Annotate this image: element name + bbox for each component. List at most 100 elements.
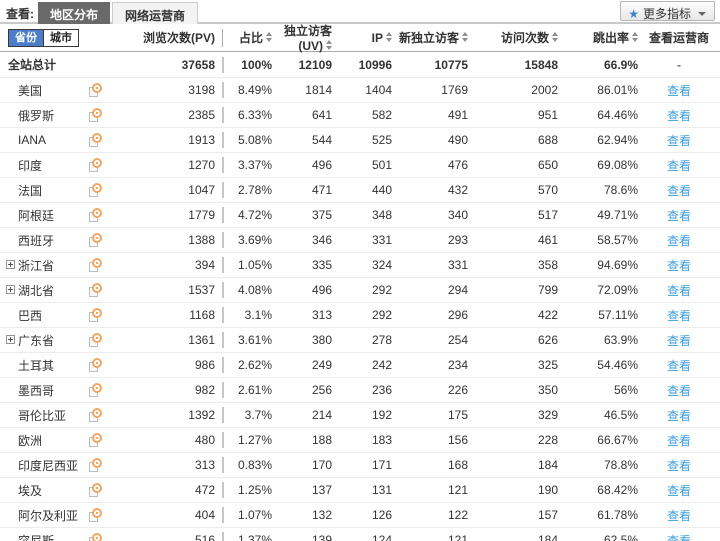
total-pv: 37658: [181, 57, 215, 72]
view-carrier-link[interactable]: 查看: [667, 159, 691, 173]
toggle-city[interactable]: 城市: [44, 29, 78, 46]
region-name-cell: 印度: [0, 153, 135, 177]
trend-chart-icon[interactable]: [88, 208, 102, 222]
uv-value: 214: [311, 408, 332, 422]
pv-value: 986: [194, 358, 215, 372]
visits-value: 688: [537, 133, 558, 147]
trend-chart-icon[interactable]: [88, 233, 102, 247]
bounce-rate-value: 66.67%: [597, 433, 638, 447]
view-carrier-link[interactable]: 查看: [667, 134, 691, 148]
uv-value: 375: [311, 208, 332, 222]
header-ratio[interactable]: 占比: [215, 28, 272, 47]
visits-value: 570: [537, 183, 558, 197]
action-cell: 查看: [638, 207, 720, 224]
table-body: 美国 3198 8.49% 1814 1404 1769 2002 86.01%…: [0, 78, 720, 541]
expand-icon[interactable]: [6, 335, 15, 344]
view-carrier-link[interactable]: 查看: [667, 309, 691, 323]
view-carrier-link[interactable]: 查看: [667, 359, 691, 373]
view-carrier-link[interactable]: 查看: [667, 534, 691, 541]
table-row: 哥伦比亚 1392 3.7% 214 192 175 329 46.5% 查看: [0, 403, 720, 428]
visits-value: 228: [537, 433, 558, 447]
action-cell: 查看: [638, 157, 720, 174]
trend-chart-icon[interactable]: [88, 258, 102, 272]
toggle-province[interactable]: 省份: [9, 29, 44, 46]
pv-value: 1779: [188, 208, 215, 222]
new-visitors-value: 254: [447, 333, 468, 347]
table-row: 阿根廷 1779 4.72% 375 348 340 517 49.71% 查看: [0, 203, 720, 228]
expand-icon[interactable]: [6, 285, 15, 294]
ratio-value: 3.69%: [215, 232, 272, 248]
tab-network-carrier[interactable]: 网络运营商: [112, 2, 199, 24]
region-name: 湖北省: [18, 283, 55, 298]
action-cell: 查看: [638, 407, 720, 424]
view-carrier-link[interactable]: 查看: [667, 109, 691, 123]
trend-chart-icon[interactable]: [88, 133, 102, 147]
bounce-rate-value: 69.08%: [597, 158, 638, 172]
pv-value: 516: [194, 533, 215, 541]
trend-chart-icon[interactable]: [88, 358, 102, 372]
ip-value: 183: [371, 433, 392, 447]
region-name: IANA: [18, 133, 47, 147]
uv-value: 132: [311, 508, 332, 522]
visits-value: 329: [537, 408, 558, 422]
sort-icon[interactable]: [266, 32, 272, 42]
header-visits[interactable]: 访问次数: [468, 29, 558, 46]
view-carrier-link[interactable]: 查看: [667, 284, 691, 298]
action-cell: 查看: [638, 382, 720, 399]
more-metrics-button[interactable]: 更多指标: [620, 1, 715, 21]
trend-chart-icon[interactable]: [88, 308, 102, 322]
table-row: 印度尼西亚 313 0.83% 170 171 168 184 78.8% 查看: [0, 453, 720, 478]
trend-chart-icon[interactable]: [88, 458, 102, 472]
trend-chart-icon[interactable]: [88, 183, 102, 197]
region-name: 广东省: [18, 333, 55, 348]
trend-chart-icon[interactable]: [88, 108, 102, 122]
view-carrier-link[interactable]: 查看: [667, 409, 691, 423]
view-carrier-link[interactable]: 查看: [667, 484, 691, 498]
action-cell: 查看: [638, 432, 720, 449]
view-carrier-link[interactable]: 查看: [667, 334, 691, 348]
region-name-cell: 印度尼西亚: [0, 453, 135, 477]
region-name: 印度尼西亚: [18, 458, 79, 473]
trend-chart-icon[interactable]: [88, 483, 102, 497]
header-bounce-rate[interactable]: 跳出率: [558, 29, 638, 46]
uv-value: 496: [311, 283, 332, 297]
region-name: 俄罗斯: [18, 108, 55, 123]
view-carrier-link[interactable]: 查看: [667, 209, 691, 223]
uv-value: 313: [311, 308, 332, 322]
trend-chart-icon[interactable]: [88, 83, 102, 97]
action-cell: 查看: [638, 457, 720, 474]
ratio-value: 1.07%: [215, 507, 272, 523]
bounce-rate-value: 94.69%: [597, 258, 638, 272]
uv-value: 641: [311, 108, 332, 122]
visits-value: 422: [537, 308, 558, 322]
view-carrier-link[interactable]: 查看: [667, 384, 691, 398]
view-carrier-link[interactable]: 查看: [667, 234, 691, 248]
tab-region-distribution[interactable]: 地区分布: [38, 2, 111, 24]
ip-value: 242: [371, 358, 392, 372]
trend-chart-icon[interactable]: [88, 408, 102, 422]
trend-chart-icon[interactable]: [88, 333, 102, 347]
table-row: 浙江省 394 1.05% 335 324 331 358 94.69% 查看: [0, 253, 720, 278]
table-row: 法国 1047 2.78% 471 440 432 570 78.6% 查看: [0, 178, 720, 203]
header-new-visitors[interactable]: 新独立访客: [392, 29, 468, 46]
expand-icon[interactable]: [6, 260, 15, 269]
header-ip[interactable]: IP: [332, 31, 392, 45]
view-carrier-link[interactable]: 查看: [667, 184, 691, 198]
trend-chart-icon[interactable]: [88, 158, 102, 172]
header-uv[interactable]: 独立访客(UV): [272, 22, 332, 53]
trend-chart-icon[interactable]: [88, 383, 102, 397]
region-name-cell: 墨西哥: [0, 378, 135, 402]
trend-chart-icon[interactable]: [88, 283, 102, 297]
trend-chart-icon[interactable]: [88, 433, 102, 447]
region-name: 印度: [18, 158, 43, 173]
view-carrier-link[interactable]: 查看: [667, 459, 691, 473]
trend-chart-icon[interactable]: [88, 508, 102, 522]
new-visitors-value: 490: [447, 133, 468, 147]
visits-value: 626: [537, 333, 558, 347]
view-carrier-link[interactable]: 查看: [667, 84, 691, 98]
view-carrier-link[interactable]: 查看: [667, 434, 691, 448]
region-name: 突尼斯: [18, 533, 55, 541]
view-carrier-link[interactable]: 查看: [667, 509, 691, 523]
view-carrier-link[interactable]: 查看: [667, 259, 691, 273]
trend-chart-icon[interactable]: [88, 533, 102, 541]
